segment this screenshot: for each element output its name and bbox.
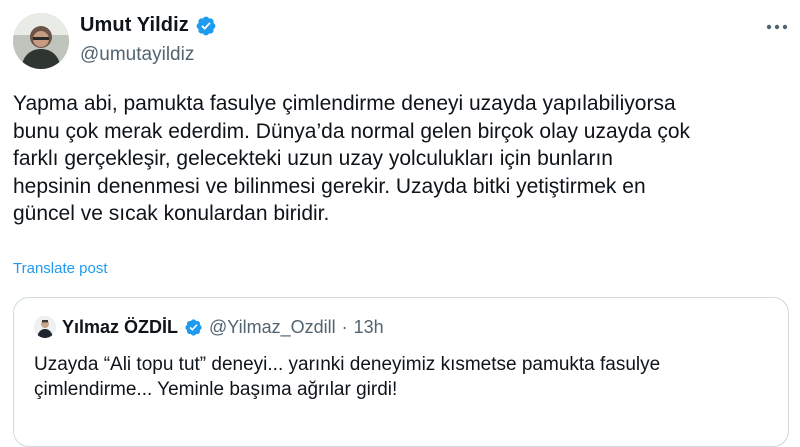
quoted-avatar[interactable] <box>34 316 56 338</box>
quoted-timestamp[interactable]: 13h <box>354 317 384 338</box>
tweet-line: Yapma abi, pamukta fasulye çimlendirme d… <box>13 92 676 115</box>
quoted-display-name[interactable]: Yılmaz ÖZDİL <box>62 317 178 338</box>
more-options-button[interactable] <box>764 14 790 40</box>
profile-photo-icon <box>13 13 69 69</box>
tweet-line: farklı gerçekleşir, gelecekteki uzun uza… <box>13 147 613 171</box>
quoted-separator: · <box>341 316 348 337</box>
verified-badge-icon <box>196 16 216 35</box>
author-name-row: Umut Yildiz <box>80 14 217 37</box>
tweet-line: bunu çok merak ederdim. Dünya’da normal … <box>13 119 691 143</box>
tweet-text: Yapma abi, pamukta fasulye çimlendirme d… <box>13 90 788 228</box>
ellipsis-icon <box>766 24 788 30</box>
quoted-handle[interactable]: @Yilmaz_Ozdill <box>209 317 336 338</box>
tweet-line: hepsinin denenmesi ve bilinmesi gerekir.… <box>13 174 646 198</box>
translate-post-link[interactable]: Translate post <box>13 260 108 277</box>
quoted-line: Uzayda “Ali topu tut” deneyi... yarınki … <box>34 354 661 375</box>
author-avatar[interactable] <box>13 13 69 69</box>
tweet-line: güncel ve sıcak konulardan biridir. <box>13 202 330 226</box>
quoted-profile-photo-icon <box>34 316 56 338</box>
quoted-text: Uzayda “Ali topu tut” deneyi... yarınki … <box>34 352 660 402</box>
verified-badge-icon <box>185 318 202 336</box>
author-display-name[interactable]: Umut Yildiz <box>80 14 189 37</box>
quoted-header: Yılmaz ÖZDİL @Yilmaz_Ozdill · 13h <box>34 316 384 338</box>
author-handle[interactable]: @umutayildiz <box>80 44 194 66</box>
quoted-line: çimlendirme... Yeminle başıma ağrılar gi… <box>34 379 398 400</box>
quoted-tweet-card[interactable]: Yılmaz ÖZDİL @Yilmaz_Ozdill · 13h Uzayda… <box>13 297 789 447</box>
